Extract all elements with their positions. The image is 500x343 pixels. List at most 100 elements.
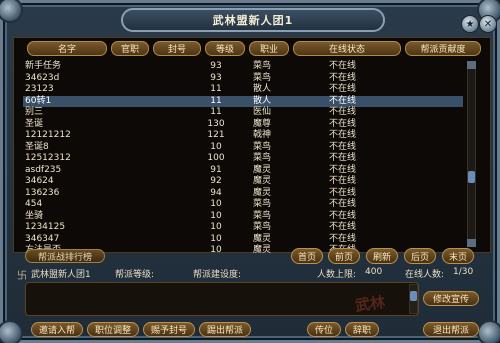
first-page-button[interactable]: 首页: [291, 248, 323, 264]
resign-button[interactable]: 辞职: [345, 322, 379, 337]
table-row[interactable]: 12512312 100 菜鸟 不在线: [23, 153, 463, 165]
member-job: 魔灵: [253, 187, 272, 198]
member-name: 12512312: [25, 153, 71, 163]
notice-scroll-thumb[interactable]: [410, 291, 417, 301]
member-status: 不在线: [329, 72, 357, 83]
member-name: 圣诞: [25, 118, 44, 129]
member-job: 医仙: [253, 107, 272, 117]
table-row[interactable]: 34624 92 魔灵 不在线: [23, 176, 463, 188]
col-status-header[interactable]: 在线状态: [293, 41, 401, 56]
guild-name: 武林盟新人团1: [31, 270, 91, 280]
member-status: 不在线: [329, 61, 357, 71]
table-row[interactable]: 新手任务 93 菜鸟 不在线: [23, 61, 463, 73]
table-row[interactable]: asdf235 91 魔灵 不在线: [23, 165, 463, 177]
member-level: 10: [210, 210, 222, 221]
member-level: 10: [210, 233, 222, 244]
guild-build-label: 帮派建设度:: [193, 270, 242, 280]
table-row[interactable]: 别三 11 医仙 不在线: [23, 107, 463, 119]
member-scroll-thumb[interactable]: [468, 171, 475, 183]
member-level: 121: [207, 130, 225, 140]
member-job: 魔灵: [253, 233, 272, 244]
last-page-button[interactable]: 末页: [442, 248, 474, 264]
col-title-header[interactable]: 封号: [153, 41, 201, 56]
member-job: 魔尊: [253, 118, 272, 129]
kick-member-button[interactable]: 踢出帮派: [199, 322, 251, 337]
transfer-leader-button[interactable]: 传位: [307, 322, 341, 337]
table-row[interactable]: 136236 94 魔灵 不在线: [23, 188, 463, 200]
corner-ornament: [0, 320, 23, 343]
member-job: 菜鸟: [253, 72, 272, 83]
col-name-header[interactable]: 名字: [27, 41, 107, 56]
guild-level-label: 帮派等级:: [115, 270, 155, 280]
member-name: asdf235: [25, 164, 62, 175]
member-level: 11: [210, 84, 222, 94]
guild-war-ranking-button[interactable]: 帮派战排行榜: [25, 249, 105, 263]
table-row[interactable]: 圣诞8 10 菜鸟 不在线: [23, 142, 463, 154]
member-name: 圣诞8: [25, 141, 49, 152]
member-status: 不在线: [329, 210, 357, 221]
scroll-up-icon[interactable]: [467, 61, 476, 69]
member-status: 不在线: [329, 164, 357, 175]
member-status: 不在线: [329, 222, 357, 232]
member-status: 不在线: [329, 199, 357, 209]
member-status: 不在线: [329, 187, 357, 198]
member-job: 菜鸟: [253, 210, 272, 221]
member-level: 10: [210, 199, 222, 209]
member-level: 10: [210, 245, 222, 255]
table-row[interactable]: 1234125 10 菜鸟 不在线: [23, 222, 463, 234]
member-job: 散人: [253, 95, 272, 106]
edit-notice-button[interactable]: 修改宣传: [423, 291, 479, 306]
member-job: 散人: [253, 84, 272, 94]
refresh-button[interactable]: 刷新: [366, 248, 398, 264]
member-level: 10: [210, 222, 222, 232]
table-row[interactable]: 圣诞 130 魔尊 不在线: [23, 119, 463, 131]
member-status: 不在线: [329, 130, 357, 140]
corner-ornament: [477, 320, 500, 343]
member-job: 菜鸟: [253, 199, 272, 209]
member-status: 不在线: [329, 141, 357, 152]
member-job: 菜鸟: [253, 141, 272, 152]
notice-scrollbar[interactable]: [409, 284, 418, 314]
col-rank-header[interactable]: 官职: [111, 41, 149, 56]
member-name: 136236: [25, 187, 60, 198]
member-level: 130: [207, 118, 225, 129]
column-header-row: 名字 官职 封号 等级 职业 在线状态 帮派贡献度: [13, 41, 483, 57]
table-row[interactable]: 34623d 93 菜鸟 不在线: [23, 73, 463, 85]
window-title: 武林盟新人团1: [121, 8, 385, 32]
table-row[interactable]: 454 10 菜鸟 不在线: [23, 199, 463, 211]
scroll-down-icon[interactable]: [467, 239, 476, 247]
member-level: 93: [210, 72, 222, 83]
table-row[interactable]: 346347 10 魔灵 不在线: [23, 234, 463, 246]
prev-page-button[interactable]: 前页: [328, 248, 360, 264]
close-icon[interactable]: ✕: [479, 15, 497, 33]
leave-guild-button[interactable]: 退出帮派: [423, 322, 479, 337]
table-row[interactable]: 12121212 121 戟神 不在线: [23, 130, 463, 142]
member-status: 不在线: [329, 153, 357, 163]
member-name: 1234125: [25, 222, 66, 232]
member-status: 不在线: [329, 107, 357, 117]
member-status: 不在线: [329, 95, 357, 106]
member-job: 菜鸟: [253, 153, 272, 163]
adjust-position-button[interactable]: 职位调整: [87, 322, 139, 337]
member-name: 23123: [25, 84, 54, 94]
table-row[interactable]: 23123 11 散人 不在线: [23, 84, 463, 96]
next-page-button[interactable]: 后页: [404, 248, 436, 264]
member-name: 新手任务: [25, 61, 62, 71]
col-level-header[interactable]: 等级: [205, 41, 245, 56]
invite-button[interactable]: 邀请入帮: [31, 322, 83, 337]
member-name: 34623d: [25, 72, 60, 83]
member-name: 34624: [25, 176, 54, 186]
member-level: 94: [210, 187, 222, 198]
member-name: 60转1: [25, 95, 52, 106]
member-status: 不在线: [329, 84, 357, 94]
col-contribution-header[interactable]: 帮派贡献度: [405, 41, 481, 56]
star-icon[interactable]: ★: [461, 15, 479, 33]
grant-title-button[interactable]: 赐予封号: [143, 322, 195, 337]
corner-ornament: [0, 0, 23, 23]
member-name: 12121212: [25, 130, 71, 140]
table-row[interactable]: 60转1 11 散人 不在线: [23, 95, 463, 107]
col-job-header[interactable]: 职业: [249, 41, 289, 56]
member-scrollbar[interactable]: [467, 61, 476, 247]
member-status: 不在线: [329, 176, 357, 186]
table-row[interactable]: 坐骑 10 菜鸟 不在线: [23, 211, 463, 223]
